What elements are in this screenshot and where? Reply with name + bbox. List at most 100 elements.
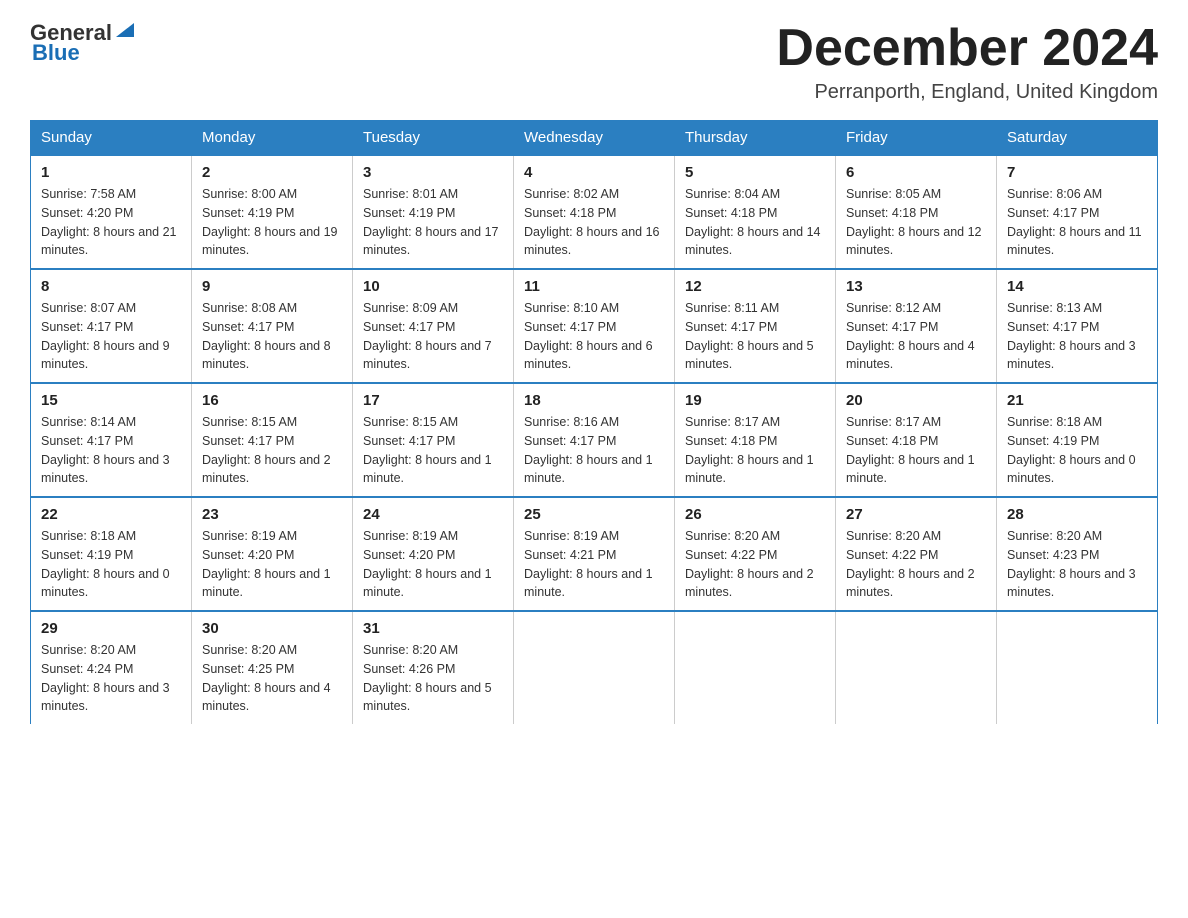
day-number: 19 (685, 392, 825, 409)
day-number: 2 (202, 164, 342, 181)
logo-blue-text: Blue (32, 40, 136, 66)
day-number: 24 (363, 506, 503, 523)
day-number: 25 (524, 506, 664, 523)
day-info: Sunrise: 8:20 AMSunset: 4:22 PMDaylight:… (846, 527, 986, 602)
calendar-cell: 14 Sunrise: 8:13 AMSunset: 4:17 PMDayligh… (997, 269, 1158, 383)
day-number: 4 (524, 164, 664, 181)
day-number: 14 (1007, 278, 1147, 295)
month-title: December 2024 (776, 20, 1158, 77)
day-number: 9 (202, 278, 342, 295)
calendar-cell: 18Sunrise: 8:16 AMSunset: 4:17 PMDayligh… (514, 383, 675, 497)
page-header: General Blue December 2024 Perranporth, … (30, 20, 1158, 104)
header-sunday: Sunday (31, 121, 192, 156)
calendar-cell: 15 Sunrise: 8:14 AMSunset: 4:17 PMDayligh… (31, 383, 192, 497)
calendar-cell: 20 Sunrise: 8:17 AMSunset: 4:18 PMDayligh… (836, 383, 997, 497)
calendar-header-row: SundayMondayTuesdayWednesdayThursdayFrid… (31, 121, 1158, 156)
day-info: Sunrise: 8:00 AMSunset: 4:19 PMDaylight:… (202, 185, 342, 260)
calendar-cell: 13 Sunrise: 8:12 AMSunset: 4:17 PMDayligh… (836, 269, 997, 383)
calendar-cell (675, 611, 836, 724)
day-number: 1 (41, 164, 181, 181)
day-info: Sunrise: 8:18 AMSunset: 4:19 PMDaylight:… (41, 527, 181, 602)
day-number: 12 (685, 278, 825, 295)
calendar-cell (997, 611, 1158, 724)
day-info: Sunrise: 8:20 AMSunset: 4:22 PMDaylight:… (685, 527, 825, 602)
calendar-cell: 26 Sunrise: 8:20 AMSunset: 4:22 PMDayligh… (675, 497, 836, 611)
day-info: Sunrise: 8:19 AMSunset: 4:20 PMDaylight:… (363, 527, 503, 602)
day-number: 7 (1007, 164, 1147, 181)
calendar-cell: 11Sunrise: 8:10 AMSunset: 4:17 PMDayligh… (514, 269, 675, 383)
day-info: Sunrise: 8:20 AMSunset: 4:25 PMDaylight:… (202, 641, 342, 716)
day-number: 20 (846, 392, 986, 409)
calendar-cell: 7 Sunrise: 8:06 AMSunset: 4:17 PMDaylight… (997, 155, 1158, 269)
day-info: Sunrise: 8:15 AMSunset: 4:17 PMDaylight:… (363, 413, 503, 488)
calendar-cell (514, 611, 675, 724)
day-info: Sunrise: 8:06 AMSunset: 4:17 PMDaylight:… (1007, 185, 1147, 260)
day-number: 21 (1007, 392, 1147, 409)
calendar-cell: 19Sunrise: 8:17 AMSunset: 4:18 PMDayligh… (675, 383, 836, 497)
logo-triangle-icon (114, 19, 136, 41)
day-number: 30 (202, 620, 342, 637)
day-info: Sunrise: 8:20 AMSunset: 4:26 PMDaylight:… (363, 641, 503, 716)
calendar-cell: 12 Sunrise: 8:11 AMSunset: 4:17 PMDayligh… (675, 269, 836, 383)
calendar-cell: 29 Sunrise: 8:20 AMSunset: 4:24 PMDayligh… (31, 611, 192, 724)
day-info: Sunrise: 8:05 AMSunset: 4:18 PMDaylight:… (846, 185, 986, 260)
day-number: 27 (846, 506, 986, 523)
calendar-week-row: 15 Sunrise: 8:14 AMSunset: 4:17 PMDayligh… (31, 383, 1158, 497)
calendar-cell: 30 Sunrise: 8:20 AMSunset: 4:25 PMDayligh… (192, 611, 353, 724)
day-info: Sunrise: 8:14 AMSunset: 4:17 PMDaylight:… (41, 413, 181, 488)
calendar-week-row: 22 Sunrise: 8:18 AMSunset: 4:19 PMDayligh… (31, 497, 1158, 611)
header-thursday: Thursday (675, 121, 836, 156)
header-friday: Friday (836, 121, 997, 156)
day-info: Sunrise: 8:07 AMSunset: 4:17 PMDaylight:… (41, 299, 181, 374)
day-info: Sunrise: 8:13 AMSunset: 4:17 PMDaylight:… (1007, 299, 1147, 374)
calendar-week-row: 8 Sunrise: 8:07 AMSunset: 4:17 PMDaylight… (31, 269, 1158, 383)
day-number: 23 (202, 506, 342, 523)
day-info: Sunrise: 8:11 AMSunset: 4:17 PMDaylight:… (685, 299, 825, 374)
day-number: 5 (685, 164, 825, 181)
calendar-cell: 24 Sunrise: 8:19 AMSunset: 4:20 PMDayligh… (353, 497, 514, 611)
day-info: Sunrise: 8:01 AMSunset: 4:19 PMDaylight:… (363, 185, 503, 260)
calendar-cell: 22 Sunrise: 8:18 AMSunset: 4:19 PMDayligh… (31, 497, 192, 611)
calendar-cell: 3 Sunrise: 8:01 AMSunset: 4:19 PMDaylight… (353, 155, 514, 269)
calendar-cell: 28Sunrise: 8:20 AMSunset: 4:23 PMDayligh… (997, 497, 1158, 611)
day-info: Sunrise: 8:18 AMSunset: 4:19 PMDaylight:… (1007, 413, 1147, 488)
day-info: Sunrise: 8:17 AMSunset: 4:18 PMDaylight:… (846, 413, 986, 488)
day-info: Sunrise: 8:16 AMSunset: 4:17 PMDaylight:… (524, 413, 664, 488)
calendar-cell: 31Sunrise: 8:20 AMSunset: 4:26 PMDayligh… (353, 611, 514, 724)
logo: General Blue (30, 20, 136, 66)
header-monday: Monday (192, 121, 353, 156)
calendar-cell: 23Sunrise: 8:19 AMSunset: 4:20 PMDayligh… (192, 497, 353, 611)
day-number: 13 (846, 278, 986, 295)
calendar-cell: 16Sunrise: 8:15 AMSunset: 4:17 PMDayligh… (192, 383, 353, 497)
day-number: 17 (363, 392, 503, 409)
calendar-cell: 2 Sunrise: 8:00 AMSunset: 4:19 PMDaylight… (192, 155, 353, 269)
calendar-cell (836, 611, 997, 724)
day-info: Sunrise: 7:58 AMSunset: 4:20 PMDaylight:… (41, 185, 181, 260)
calendar-week-row: 29 Sunrise: 8:20 AMSunset: 4:24 PMDayligh… (31, 611, 1158, 724)
calendar-cell: 21 Sunrise: 8:18 AMSunset: 4:19 PMDayligh… (997, 383, 1158, 497)
calendar-cell: 1 Sunrise: 7:58 AMSunset: 4:20 PMDaylight… (31, 155, 192, 269)
day-info: Sunrise: 8:12 AMSunset: 4:17 PMDaylight:… (846, 299, 986, 374)
calendar-cell: 8 Sunrise: 8:07 AMSunset: 4:17 PMDaylight… (31, 269, 192, 383)
day-number: 10 (363, 278, 503, 295)
day-info: Sunrise: 8:20 AMSunset: 4:23 PMDaylight:… (1007, 527, 1147, 602)
location-subtitle: Perranporth, England, United Kingdom (776, 81, 1158, 104)
day-number: 3 (363, 164, 503, 181)
calendar-cell: 17 Sunrise: 8:15 AMSunset: 4:17 PMDayligh… (353, 383, 514, 497)
calendar-cell: 9Sunrise: 8:08 AMSunset: 4:17 PMDaylight… (192, 269, 353, 383)
header-tuesday: Tuesday (353, 121, 514, 156)
day-number: 8 (41, 278, 181, 295)
day-number: 29 (41, 620, 181, 637)
day-number: 15 (41, 392, 181, 409)
header-wednesday: Wednesday (514, 121, 675, 156)
day-info: Sunrise: 8:20 AMSunset: 4:24 PMDaylight:… (41, 641, 181, 716)
day-number: 6 (846, 164, 986, 181)
calendar-table: SundayMondayTuesdayWednesdayThursdayFrid… (30, 120, 1158, 724)
day-number: 22 (41, 506, 181, 523)
day-info: Sunrise: 8:02 AMSunset: 4:18 PMDaylight:… (524, 185, 664, 260)
calendar-cell: 27 Sunrise: 8:20 AMSunset: 4:22 PMDayligh… (836, 497, 997, 611)
day-info: Sunrise: 8:19 AMSunset: 4:21 PMDaylight:… (524, 527, 664, 602)
calendar-cell: 5Sunrise: 8:04 AMSunset: 4:18 PMDaylight… (675, 155, 836, 269)
day-number: 11 (524, 278, 664, 295)
day-number: 26 (685, 506, 825, 523)
